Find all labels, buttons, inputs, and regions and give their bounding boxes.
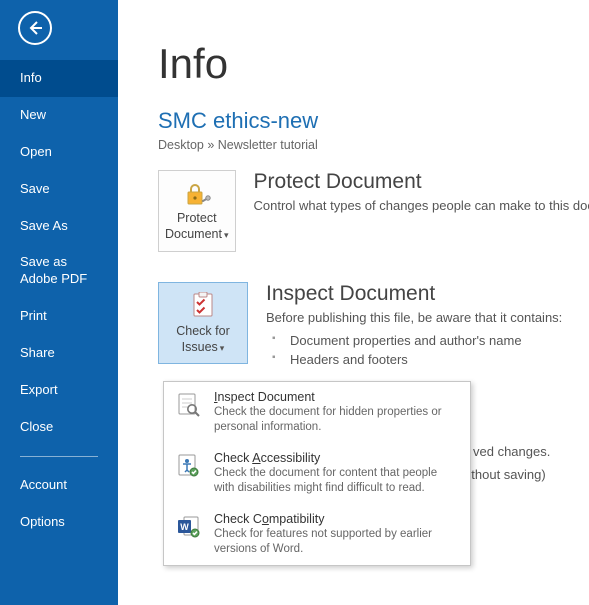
sidebar-item-close[interactable]: Close [0, 409, 118, 446]
inspect-bullet: Headers and footers [266, 350, 589, 369]
lock-icon [182, 181, 212, 207]
document-search-icon [175, 391, 203, 419]
svg-text:W: W [180, 522, 189, 532]
back-button[interactable] [18, 11, 52, 45]
menu-item-desc: Check the document for hidden properties… [214, 405, 460, 435]
sidebar-item-save[interactable]: Save [0, 171, 118, 208]
check-for-issues-button[interactable]: Check for Issues▾ [158, 282, 248, 364]
document-check-icon [188, 292, 218, 320]
sidebar-item-share[interactable]: Share [0, 335, 118, 372]
sidebar-item-save-as-adobe-pdf[interactable]: Save as Adobe PDF [0, 244, 118, 298]
back-arrow-icon [27, 20, 43, 36]
sidebar-item-open[interactable]: Open [0, 134, 118, 171]
sidebar-item-save-as[interactable]: Save As [0, 208, 118, 245]
word-document-icon: W [175, 513, 203, 541]
chevron-down-icon: ▾ [224, 230, 229, 240]
breadcrumb: Desktop » Newsletter tutorial [158, 138, 589, 152]
protect-description: Control what types of changes people can… [254, 198, 589, 213]
protect-button-label: Protect Document▾ [165, 211, 229, 242]
partial-text: without saving) [459, 467, 546, 482]
chevron-down-icon: ▾ [220, 343, 225, 353]
partial-text: ved changes. [473, 444, 550, 459]
sidebar-item-account[interactable]: Account [0, 467, 118, 504]
protect-heading: Protect Document [254, 170, 589, 194]
menu-item-desc: Check the document for content that peop… [214, 466, 460, 496]
protect-document-button[interactable]: Protect Document▾ [158, 170, 236, 252]
document-title: SMC ethics-new [158, 108, 589, 134]
menu-item-check-accessibility[interactable]: Check Accessibility Check the document f… [164, 443, 470, 504]
protect-document-section: Protect Document▾ Protect Document Contr… [158, 170, 589, 252]
menu-item-check-compatibility[interactable]: W Check Compatibility Check for features… [164, 504, 470, 565]
sidebar-item-new[interactable]: New [0, 97, 118, 134]
check-issues-button-label: Check for Issues▾ [176, 324, 230, 355]
inspect-description: Before publishing this file, be aware th… [266, 310, 589, 325]
menu-item-desc: Check for features not supported by earl… [214, 527, 460, 557]
check-for-issues-menu: Inspect Document Check the document for … [163, 381, 471, 566]
sidebar-item-info[interactable]: Info [0, 60, 118, 97]
sidebar: Info New Open Save Save As Save as Adobe… [0, 60, 118, 605]
sidebar-item-options[interactable]: Options [0, 504, 118, 541]
document-accessibility-icon [175, 452, 203, 480]
inspect-heading: Inspect Document [266, 282, 589, 306]
menu-item-title: Inspect Document [214, 390, 460, 404]
sidebar-item-export[interactable]: Export [0, 372, 118, 409]
menu-item-inspect-document[interactable]: Inspect Document Check the document for … [164, 382, 470, 443]
sidebar-item-print[interactable]: Print [0, 298, 118, 335]
inspect-document-section: Check for Issues▾ Inspect Document Befor… [158, 282, 589, 369]
page-title: Info [158, 40, 589, 88]
sidebar-separator [20, 456, 98, 457]
inspect-bullet: Document properties and author's name [266, 331, 589, 350]
inspect-bullet-list: Document properties and author's name He… [266, 331, 589, 369]
menu-item-title: Check Compatibility [214, 512, 460, 526]
menu-item-title: Check Accessibility [214, 451, 460, 465]
